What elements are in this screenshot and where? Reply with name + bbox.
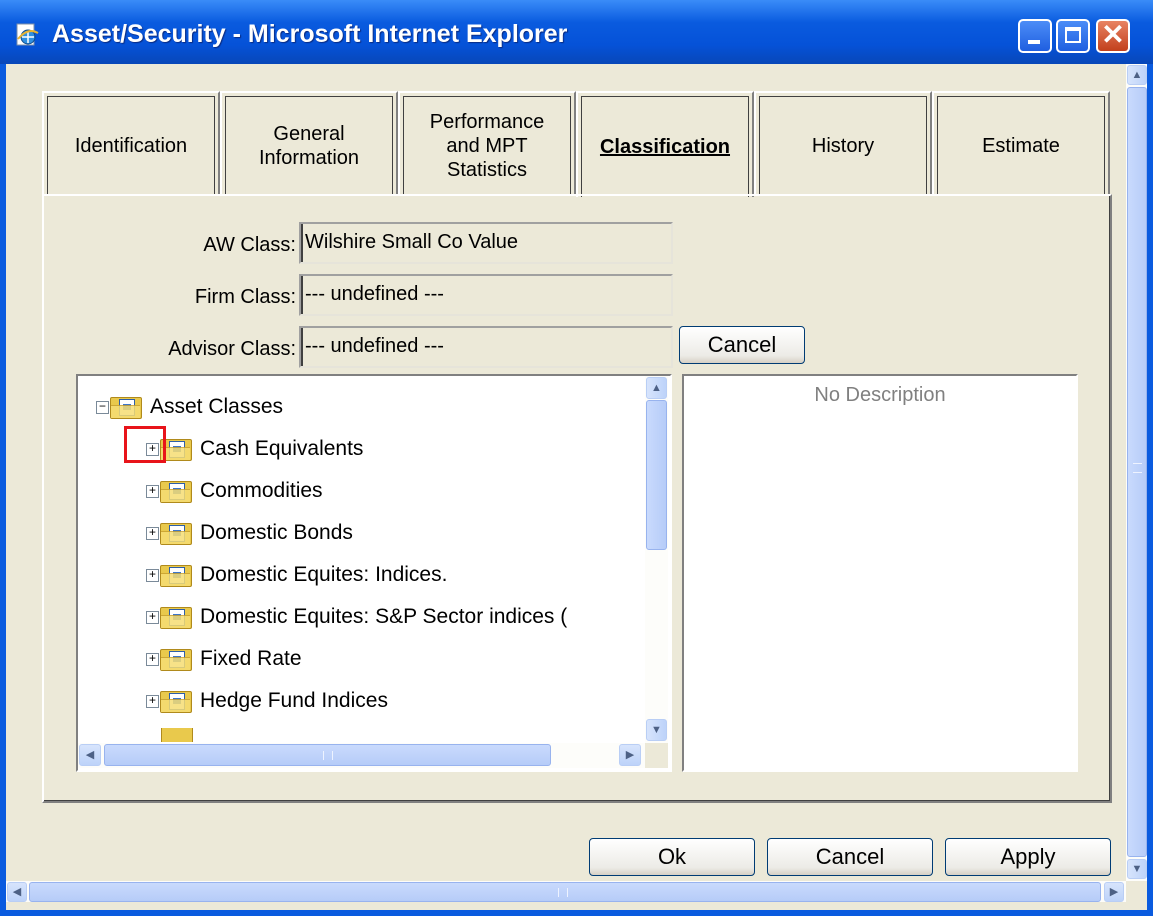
scroll-right-icon[interactable]: ▶ [1104, 882, 1124, 902]
folder-icon [110, 395, 142, 419]
scroll-thumb[interactable] [1127, 87, 1147, 857]
tree-node-domestic-equities-sp-sector[interactable]: + Domestic Equites: S&P Sector indices ( [146, 602, 567, 632]
maximize-icon [1065, 27, 1081, 43]
page-content: Identification General Information Perfo… [6, 64, 1147, 910]
ie-page-icon [16, 23, 39, 46]
apply-button[interactable]: Apply [945, 838, 1111, 876]
highlight-box [124, 426, 166, 463]
advisor-class-field[interactable]: --- undefined --- [299, 326, 673, 368]
aw-class-label: AW Class: [203, 234, 296, 256]
firm-class-label: Firm Class: [194, 286, 296, 308]
tree-node-root[interactable]: − Asset Classes [96, 392, 283, 422]
scroll-thumb[interactable] [29, 882, 1101, 902]
tree-node-label: Domestic Equites: Indices. [200, 563, 448, 586]
page-vertical-scrollbar[interactable]: ▲ ▼ [1126, 64, 1147, 881]
tab-history[interactable]: History [754, 91, 932, 195]
tree-node-label: Cash Equivalents [200, 437, 364, 460]
minimize-icon [1028, 40, 1040, 44]
close-button[interactable]: ✕ [1096, 19, 1130, 53]
scroll-up-icon[interactable]: ▲ [646, 377, 667, 399]
tab-label: History [811, 135, 875, 157]
page-horizontal-scrollbar[interactable]: ◀ ▶ [6, 881, 1126, 902]
cancel-class-button[interactable]: Cancel [679, 326, 805, 364]
scroll-down-icon[interactable]: ▼ [646, 719, 667, 741]
cancel-button[interactable]: Cancel [767, 838, 933, 876]
folder-icon [160, 521, 192, 545]
tree-node-label: Fixed Rate [200, 647, 302, 670]
window-title: Asset/Security - Microsoft Internet Expl… [52, 20, 568, 48]
close-icon: ✕ [1101, 19, 1125, 50]
ok-button[interactable]: Ok [589, 838, 755, 876]
folder-icon [160, 479, 192, 503]
folder-icon [160, 563, 192, 587]
minimize-button[interactable] [1018, 19, 1052, 53]
expand-icon[interactable]: + [146, 694, 159, 708]
expand-icon[interactable]: + [146, 526, 159, 540]
expand-icon[interactable]: + [146, 484, 159, 498]
tree-node-domestic-bonds[interactable]: + Domestic Bonds [146, 518, 353, 548]
scroll-left-icon[interactable]: ◀ [79, 744, 101, 766]
expand-icon[interactable]: + [146, 568, 159, 582]
scroll-corner [1126, 881, 1147, 902]
scroll-up-icon[interactable]: ▲ [1127, 65, 1147, 85]
title-bar[interactable]: Asset/Security - Microsoft Internet Expl… [0, 0, 1153, 64]
tab-identification[interactable]: Identification [42, 91, 220, 195]
tree-node-cash-equivalents[interactable]: + Cash Equivalents [146, 434, 363, 464]
tree-vertical-scrollbar[interactable]: ▲ ▼ [645, 376, 668, 743]
tree-node-label: Domestic Equites: S&P Sector indices ( [200, 605, 568, 628]
expand-icon[interactable]: + [146, 610, 159, 624]
ie-window: Asset/Security - Microsoft Internet Expl… [0, 0, 1153, 916]
folder-icon [160, 689, 192, 713]
description-pane: No Description [682, 374, 1078, 772]
scroll-down-icon[interactable]: ▼ [1127, 859, 1147, 879]
tab-general-information[interactable]: General Information [220, 91, 398, 195]
scroll-right-icon[interactable]: ▶ [619, 744, 641, 766]
tree-node-label: Commodities [200, 479, 323, 502]
scroll-left-icon[interactable]: ◀ [7, 882, 27, 902]
tab-label: Classification [599, 136, 731, 158]
tab-label: Performance and MPT Statistics [429, 111, 545, 181]
tab-label: General Information [258, 123, 360, 169]
tree-node-hedge-fund-indices[interactable]: + Hedge Fund Indices [146, 686, 388, 716]
tab-classification[interactable]: Classification [576, 91, 754, 197]
scroll-corner [645, 743, 668, 768]
tree-horizontal-scrollbar[interactable]: ◀ ▶ [78, 743, 645, 768]
tab-performance-mpt[interactable]: Performance and MPT Statistics [398, 91, 576, 195]
folder-icon [160, 647, 192, 671]
tab-label: Identification [74, 135, 188, 157]
firm-class-field[interactable]: --- undefined --- [299, 274, 673, 316]
scroll-thumb[interactable] [104, 744, 551, 766]
folder-icon [161, 728, 193, 742]
folder-icon [160, 605, 192, 629]
collapse-icon[interactable]: − [96, 400, 109, 414]
advisor-class-label: Advisor Class: [168, 338, 296, 360]
tab-label: Estimate [982, 135, 1060, 157]
expand-icon[interactable]: + [146, 652, 159, 666]
tree-node-label: Asset Classes [150, 395, 284, 418]
tab-estimate[interactable]: Estimate [932, 91, 1110, 195]
tree-node-domestic-equities-indices[interactable]: + Domestic Equites: Indices. [146, 560, 447, 590]
description-text: No Description [814, 384, 946, 406]
maximize-button[interactable] [1056, 19, 1090, 53]
scroll-thumb[interactable] [646, 400, 667, 550]
tree-node-commodities[interactable]: + Commodities [146, 476, 323, 506]
aw-class-field[interactable]: Wilshire Small Co Value [299, 222, 673, 264]
tree-node-partial[interactable] [146, 728, 201, 742]
tree-node-label: Hedge Fund Indices [200, 689, 388, 712]
tree-node-fixed-rate[interactable]: + Fixed Rate [146, 644, 302, 674]
tree-node-label: Domestic Bonds [200, 521, 353, 544]
